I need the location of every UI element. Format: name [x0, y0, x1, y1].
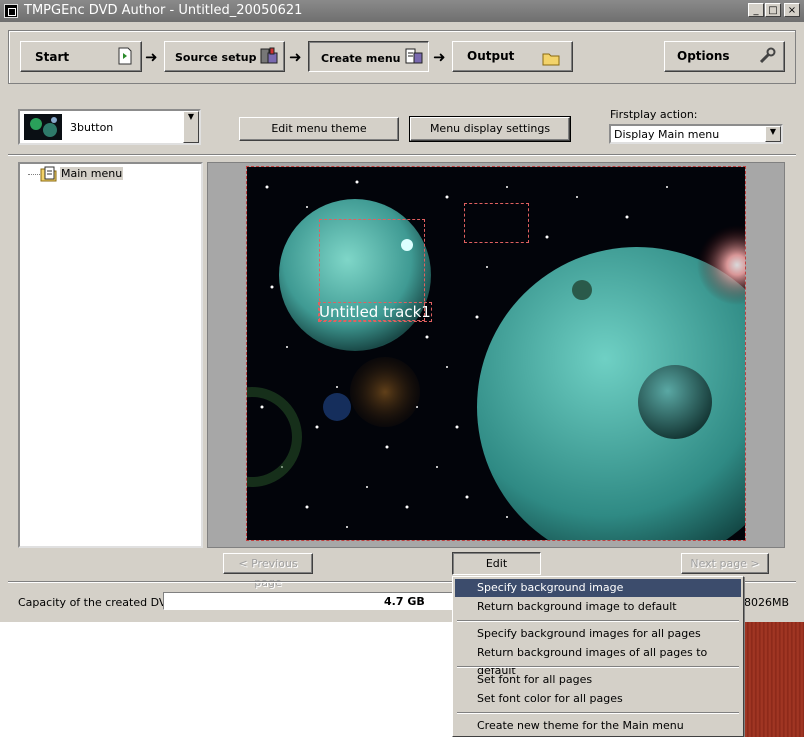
theme-thumbnail-icon	[24, 114, 62, 140]
capacity-value: 4.7 GB	[384, 595, 425, 608]
menu-item-specify-background[interactable]: Specify background image	[455, 579, 741, 597]
capacity-label: Capacity of the created DVD:	[18, 596, 179, 609]
step-arrow-icon: ➜	[289, 48, 302, 66]
orange-orb	[350, 357, 420, 427]
menu-display-settings-button[interactable]: Menu display settings	[409, 116, 571, 142]
maximize-button[interactable]: □	[765, 3, 781, 17]
previous-page-button[interactable]: < Previous page	[223, 553, 313, 589]
tree-item-label: Main menu	[60, 167, 124, 180]
menu-item-create-theme[interactable]: Create new theme for the Main menu	[455, 717, 741, 735]
theme-select-value: 3button	[70, 121, 114, 134]
firstplay-label: Firstplay action:	[610, 108, 698, 121]
next-page-button[interactable]: Next page >	[681, 553, 769, 574]
menu-page-icon	[40, 166, 57, 182]
step-arrow-icon: ➜	[145, 48, 158, 66]
step-start-label: Start	[35, 50, 70, 64]
step-arrow-icon: ➜	[433, 48, 446, 66]
wrench-icon	[759, 47, 776, 64]
menu-item-return-background[interactable]: Return background image to default	[455, 598, 741, 616]
menu-item-set-font-color[interactable]: Set font color for all pages	[455, 690, 741, 708]
edit-context-menu: Specify background image Return backgrou…	[452, 576, 744, 737]
menu-separator	[457, 666, 739, 668]
menu-tree[interactable]: Main menu	[18, 162, 203, 548]
edit-menu-theme-button[interactable]: Edit menu theme	[239, 117, 399, 141]
menu-item-set-font[interactable]: Set font for all pages	[455, 671, 741, 689]
options-label: Options	[677, 49, 730, 63]
document-arrow-icon	[118, 47, 132, 65]
menu-separator	[457, 712, 739, 714]
firstplay-select-value: Display Main menu	[614, 128, 720, 141]
step-create-menu-button[interactable]: Create menu	[308, 41, 429, 72]
title-bar: TMPGEnc DVD Author - Untitled_20050621 _…	[0, 0, 804, 22]
film-box-icon	[260, 47, 278, 64]
step-start-button[interactable]: Start	[20, 41, 142, 72]
track-title-text[interactable]: Untitled track1	[318, 302, 432, 322]
options-button[interactable]: Options	[664, 41, 785, 72]
capacity-used-text: 8026MB	[744, 596, 790, 609]
edit-button[interactable]: Edit	[452, 552, 541, 575]
menu-separator	[457, 620, 739, 622]
step-source-setup-button[interactable]: Source setup	[164, 41, 285, 72]
menu-item-return-background-all[interactable]: Return background images of all pages to…	[455, 644, 741, 677]
step-source-setup-label: Source setup	[175, 51, 257, 64]
application-window: TMPGEnc DVD Author - Untitled_20050621 _…	[0, 0, 804, 622]
step-output-label: Output	[467, 49, 515, 63]
close-button[interactable]: ×	[784, 3, 800, 17]
theme-select-dropdown-button[interactable]: ▼	[183, 111, 199, 143]
menu-item-specify-background-all[interactable]: Specify background images for all pages	[455, 625, 741, 643]
tree-connector	[28, 174, 40, 175]
menu-box-icon	[405, 48, 423, 64]
menu-canvas[interactable]: Untitled track1	[246, 166, 746, 541]
small-moon	[638, 365, 712, 439]
minimize-button[interactable]: _	[748, 3, 764, 17]
section-divider	[8, 154, 796, 156]
menu-button-frame[interactable]	[464, 203, 529, 243]
step-create-menu-label: Create menu	[321, 52, 401, 65]
step-output-button[interactable]: Output	[452, 41, 573, 72]
window-title: TMPGEnc DVD Author - Untitled_20050621	[24, 3, 303, 18]
app-icon	[4, 4, 18, 18]
desktop-background	[744, 622, 804, 737]
folder-icon	[542, 53, 560, 66]
theme-select[interactable]: 3button ▼	[18, 109, 201, 145]
firstplay-dropdown-button[interactable]: ▼	[765, 126, 781, 142]
firstplay-select[interactable]: Display Main menu ▼	[609, 124, 783, 144]
